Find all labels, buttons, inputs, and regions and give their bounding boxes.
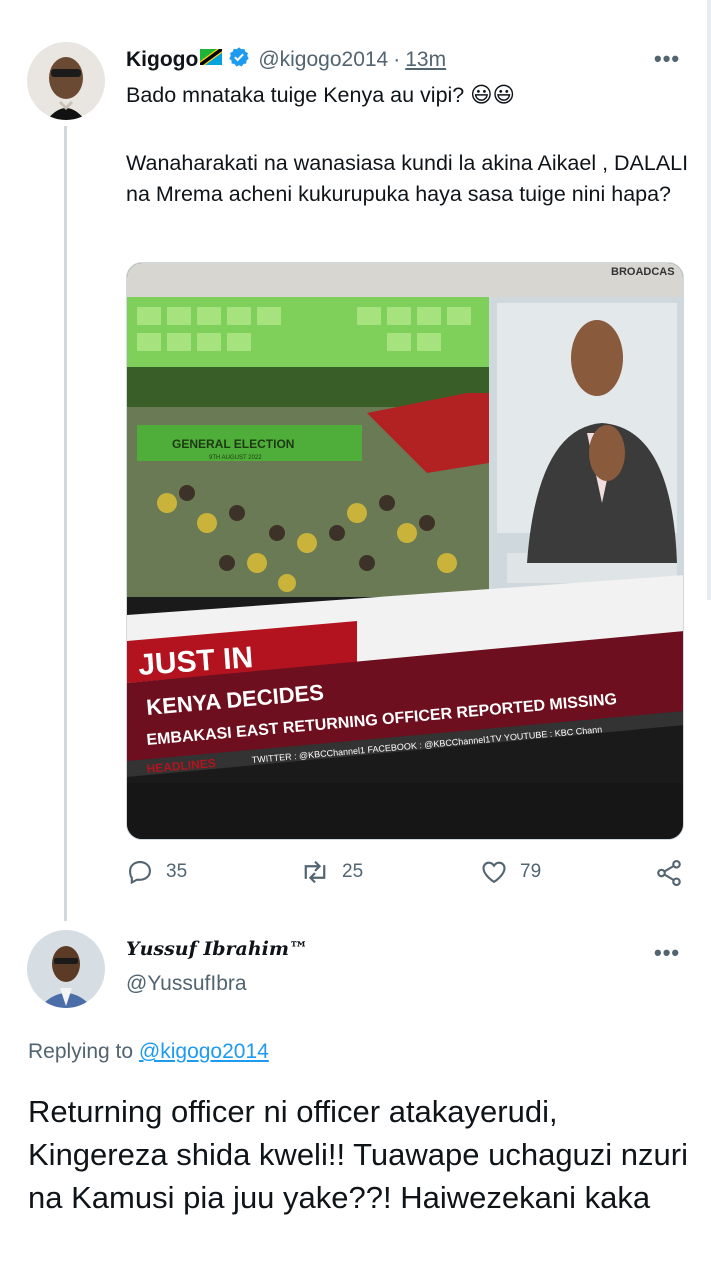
- retweet-count: 25: [342, 861, 364, 882]
- page-scrollbar[interactable]: [707, 0, 711, 600]
- tweet-text-line1: Bado mnataka tuige Kenya au vipi? 😃😃: [126, 83, 516, 107]
- verified-badge-icon: [228, 46, 250, 73]
- more-options-icon[interactable]: •••: [654, 46, 680, 72]
- like-count: 79: [520, 861, 542, 882]
- tweet-media-image[interactable]: GENERAL ELECTION 9TH AUGUST 2022 BROADCA…: [126, 262, 684, 840]
- kigogo-avatar[interactable]: [27, 42, 105, 120]
- replying-to-label: Replying to: [28, 1040, 134, 1063]
- retweet-icon: [304, 860, 326, 884]
- tweet-text-body: Wanaharakati na wanasiasa kundi la akina…: [126, 151, 689, 206]
- reply-count: 35: [166, 861, 188, 882]
- reply-author-handle[interactable]: @YussufIbra: [126, 972, 247, 996]
- retweet-button[interactable]: 25: [300, 858, 363, 886]
- like-button[interactable]: 79: [480, 858, 541, 886]
- reply-icon: [129, 861, 151, 885]
- share-button[interactable]: [654, 858, 684, 888]
- separator-dot: ·: [393, 47, 401, 71]
- tweet-timestamp[interactable]: 13m: [405, 48, 446, 72]
- tweet-actions: 35 25 79: [126, 858, 686, 898]
- heart-icon: [482, 861, 506, 884]
- broadcast-corner-label: BROADCAS: [611, 266, 675, 278]
- yussuf-avatar[interactable]: [27, 930, 105, 1008]
- election-date-banner: 9TH AUGUST 2022: [209, 455, 262, 461]
- tanzania-flag-icon: [198, 46, 225, 70]
- reply-more-options-icon[interactable]: •••: [654, 940, 680, 966]
- reply-text: Returning officer ni officer atakayerudi…: [28, 1094, 688, 1215]
- tweet-header: Kigogo @kigogo2014 · 13m: [126, 46, 446, 73]
- replying-to-link[interactable]: @kigogo2014: [139, 1040, 269, 1063]
- replying-to: Replying to @kigogo2014: [28, 1040, 269, 1064]
- author-name[interactable]: Kigogo: [126, 48, 198, 72]
- author-handle[interactable]: @kigogo2014: [258, 48, 388, 72]
- reply-author-name[interactable]: 𝒀𝒖𝒔𝒔𝒖𝒇 𝑰𝒃𝒓𝒂𝒉𝒊𝒎™: [126, 938, 308, 960]
- share-icon: [657, 859, 681, 887]
- thread-line: [64, 126, 67, 921]
- reply-button[interactable]: 35: [126, 858, 187, 886]
- general-election-banner: GENERAL ELECTION: [172, 437, 294, 451]
- news-broadcast-photo: GENERAL ELECTION 9TH AUGUST 2022 BROADCA…: [127, 263, 683, 839]
